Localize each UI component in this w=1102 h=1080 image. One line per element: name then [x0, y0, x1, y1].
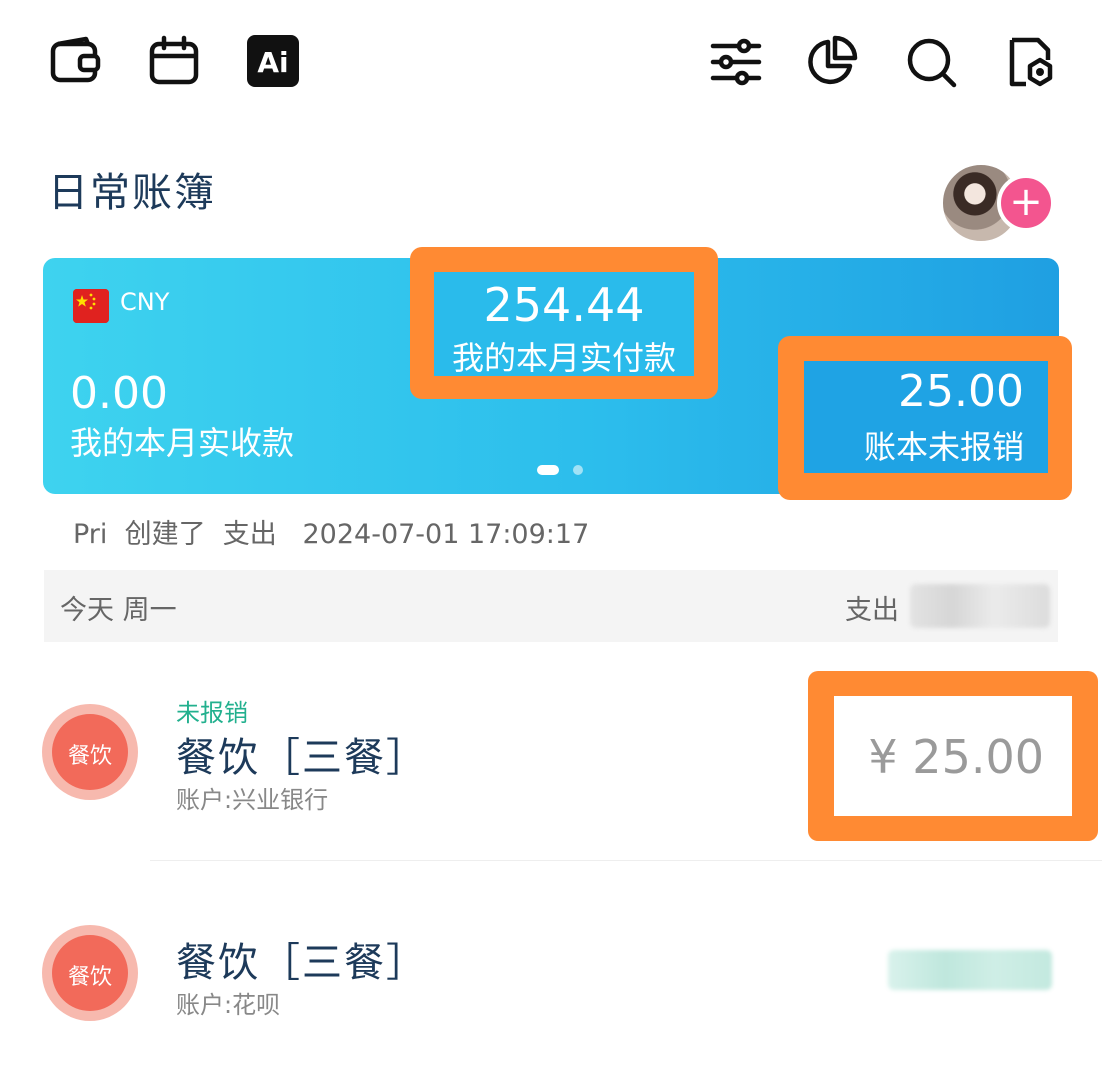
transaction-account: 账户:兴业银行 — [176, 786, 329, 814]
search-icon[interactable] — [903, 34, 959, 90]
china-flag-icon — [73, 289, 109, 323]
filter-icon[interactable] — [708, 34, 764, 90]
transaction-title[interactable]: 餐饮［三餐］ — [176, 725, 428, 783]
ai-icon[interactable]: Ai — [245, 33, 301, 89]
wallet-icon[interactable] — [48, 34, 104, 90]
transaction-category-badge: 餐饮 — [67, 744, 112, 769]
page-indicator-active[interactable] — [537, 465, 559, 475]
transaction-account: 账户:花呗 — [176, 991, 281, 1019]
paid-label: 我的本月实付款 — [451, 339, 676, 377]
transaction-title[interactable]: 餐饮［三餐］ — [176, 930, 428, 988]
day-expense-label: 支出 — [845, 595, 899, 626]
activity-log: Pri 创建了 支出 2024-07-01 17:09:17 — [73, 519, 590, 550]
day-group-header — [44, 570, 1058, 642]
plus-icon: + — [1009, 179, 1043, 225]
reimbursement-status: 未报销 — [176, 699, 248, 727]
received-amount: 0.00 — [70, 368, 168, 419]
transaction-amount: ¥ 25.00 — [868, 730, 1044, 784]
paid-amount: 254.44 — [483, 278, 645, 332]
transaction-category-badge: 餐饮 — [67, 965, 112, 990]
day-label: 今天 周一 — [60, 595, 177, 626]
page-indicator[interactable] — [573, 465, 583, 475]
book-title[interactable]: 日常账簿 — [48, 160, 216, 218]
day-expense-total-blurred — [910, 584, 1050, 628]
received-label: 我的本月实收款 — [70, 424, 295, 462]
calendar-icon[interactable] — [146, 34, 202, 90]
row-divider — [150, 860, 1102, 861]
settings-icon[interactable] — [1002, 34, 1058, 90]
currency-label: CNY — [120, 288, 170, 316]
transaction-amount-blurred — [888, 950, 1052, 990]
pie-chart-icon[interactable] — [804, 34, 860, 90]
ai-label: Ai — [257, 46, 288, 79]
add-member-button[interactable]: + — [997, 174, 1055, 232]
unreimbursed-amount: 25.00 — [898, 366, 1024, 417]
unreimbursed-label: 账本未报销 — [863, 428, 1024, 466]
